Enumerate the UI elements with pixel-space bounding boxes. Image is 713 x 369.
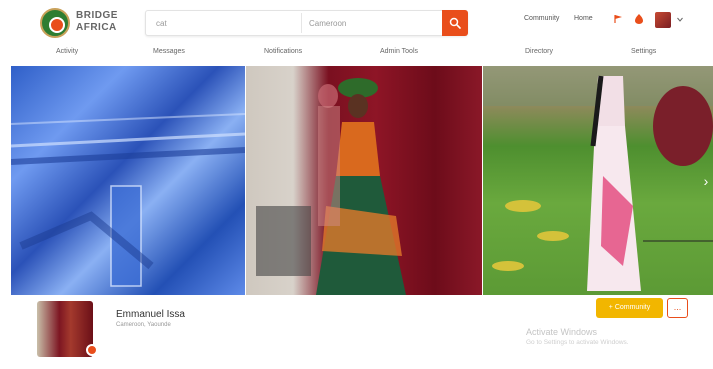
logo-line2: AFRICA xyxy=(76,22,117,33)
nav-notifications[interactable]: Notifications xyxy=(264,48,302,55)
dress-figure-graphic xyxy=(256,78,406,295)
nav-messages[interactable]: Messages xyxy=(153,48,185,55)
chevron-right-icon[interactable]: › xyxy=(699,172,713,190)
business-avatar[interactable] xyxy=(37,301,93,357)
community-link[interactable]: Community xyxy=(524,15,559,22)
main-nav: Activity Messages Notifications Admin To… xyxy=(0,46,713,62)
search-divider xyxy=(301,13,302,33)
nav-settings[interactable]: Settings xyxy=(631,48,656,55)
header: BRIDGE AFRICA Community Home Activit xyxy=(0,0,713,66)
chevron-down-icon[interactable] xyxy=(677,17,683,22)
cover-gallery: › xyxy=(11,66,713,295)
home-link[interactable]: Home xyxy=(574,15,593,22)
search-bar xyxy=(145,10,468,36)
bridge-africa-logo[interactable]: BRIDGE AFRICA xyxy=(40,8,120,40)
fabric-pattern-graphic xyxy=(11,113,245,287)
location-input[interactable] xyxy=(309,17,419,29)
search-button[interactable] xyxy=(442,10,468,36)
profile-subtitle: Cameroon, Yaounde xyxy=(116,322,171,328)
search-input[interactable] xyxy=(156,17,296,29)
profile-name[interactable]: Emmanuel Issa xyxy=(116,309,185,320)
community-button[interactable]: + Community xyxy=(596,298,663,318)
activate-windows-subtitle: Go to Settings to activate Windows. xyxy=(526,339,629,346)
nav-activity[interactable]: Activity xyxy=(56,48,78,55)
logo-text: BRIDGE AFRICA xyxy=(76,10,118,34)
logo-mark-icon xyxy=(40,8,70,38)
fabric-photo[interactable] xyxy=(11,66,245,295)
flag-icon[interactable] xyxy=(614,14,623,24)
activate-windows-title: Activate Windows xyxy=(526,327,598,337)
outdoor-dress-photo[interactable]: › xyxy=(483,66,713,295)
more-options-button[interactable]: ... xyxy=(667,298,688,318)
search-icon xyxy=(449,17,461,29)
nav-directory[interactable]: Directory xyxy=(525,48,553,55)
nav-admin-tools[interactable]: Admin Tools xyxy=(380,48,418,55)
user-avatar[interactable] xyxy=(655,12,671,28)
outdoor-figure-graphic xyxy=(483,66,713,291)
notification-icon[interactable] xyxy=(635,14,643,24)
profile-strip: Emmanuel Issa Cameroon, Yaounde + Commun… xyxy=(0,295,713,369)
camera-icon[interactable] xyxy=(86,344,98,356)
logo-line1: BRIDGE xyxy=(76,10,118,21)
dress-photo[interactable] xyxy=(246,66,482,295)
